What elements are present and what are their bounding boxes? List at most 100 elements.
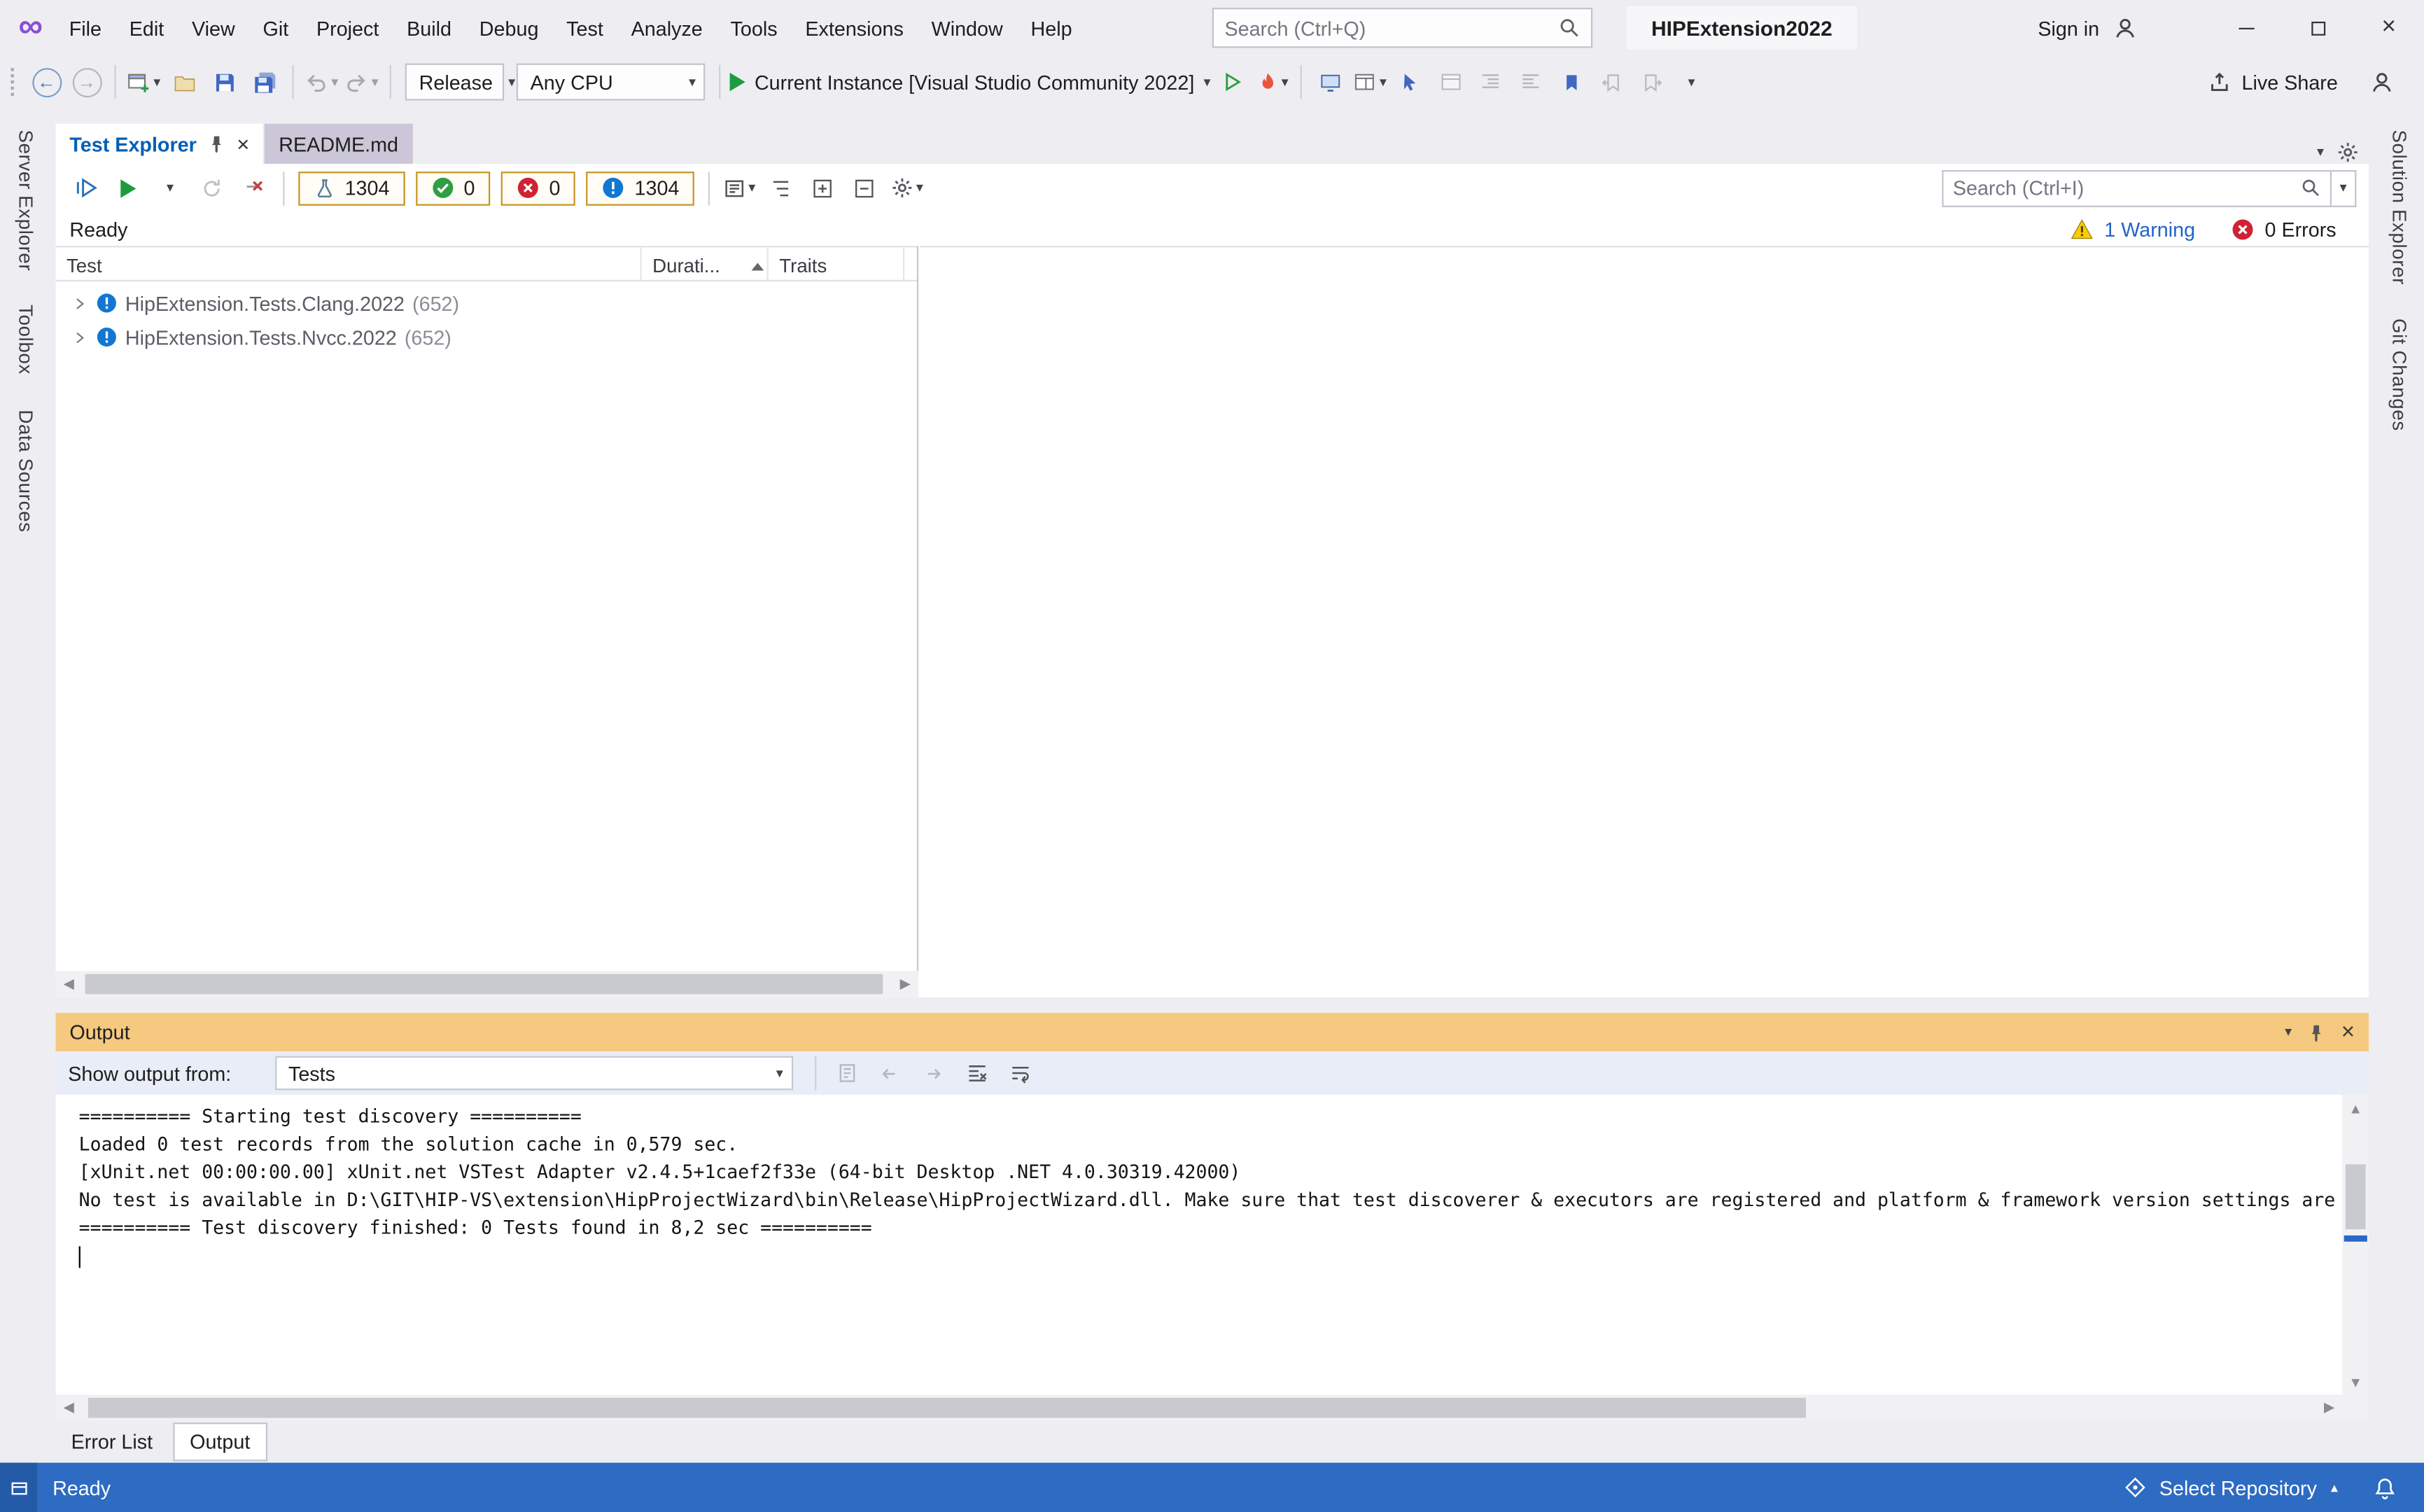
scroll-left-arrow-icon[interactable]: ◀ [56, 1394, 83, 1421]
start-debugging-label[interactable]: Current Instance [Visual Studio Communit… [755, 71, 1194, 94]
sign-in[interactable]: Sign in [2038, 0, 2136, 56]
failed-tests-badge[interactable]: 0 [501, 171, 576, 205]
close-panel-icon[interactable]: × [2341, 1019, 2355, 1046]
menu-edit[interactable]: Edit [115, 8, 178, 47]
menu-window[interactable]: Window [918, 8, 1017, 47]
quick-search-input[interactable] [1224, 16, 1558, 39]
menu-build[interactable]: Build [393, 8, 465, 47]
previous-message-icon[interactable] [871, 1053, 909, 1093]
close-button[interactable]: × [2353, 0, 2424, 56]
test-group-row-clang[interactable]: HipExtension.Tests.Clang.2022 (652) [56, 286, 917, 321]
sidebar-tab-solution-explorer[interactable]: Solution Explorer [2388, 130, 2410, 286]
menu-file[interactable]: File [55, 8, 115, 47]
panel-settings-gear-icon[interactable] [2337, 141, 2360, 164]
sidebar-tab-server-explorer[interactable]: Server Explorer [15, 130, 36, 272]
menu-extensions[interactable]: Extensions [791, 8, 917, 47]
tab-error-list[interactable]: Error List [56, 1424, 169, 1460]
notifications-bell-icon[interactable] [2374, 1476, 2397, 1499]
window-position-chevron-icon[interactable]: ▾ [2317, 144, 2324, 160]
scroll-up-arrow-icon[interactable]: ▲ [2342, 1095, 2369, 1121]
test-list-horizontal-scrollbar[interactable]: ◀ ▶ [56, 971, 919, 997]
total-tests-badge[interactable]: 1304 [298, 171, 405, 205]
close-tab-icon[interactable]: × [237, 132, 249, 156]
window-position-chevron-icon[interactable]: ▾ [2285, 1023, 2292, 1040]
clear-all-icon[interactable] [958, 1053, 995, 1093]
scrollbar-thumb[interactable] [2346, 1164, 2366, 1229]
scrollbar-thumb[interactable] [85, 974, 883, 995]
tab-test-explorer[interactable]: Test Explorer × [56, 124, 264, 164]
collapse-all-button[interactable] [846, 168, 883, 208]
output-source-dropdown[interactable]: Tests ▾ [274, 1056, 792, 1091]
menu-project[interactable]: Project [302, 8, 393, 47]
tab-readme[interactable]: README.md [265, 124, 412, 164]
navigate-forward-button[interactable]: → [68, 62, 105, 102]
menu-tools[interactable]: Tools [717, 8, 792, 47]
run-dropdown-chevron-icon[interactable]: ▾ [151, 168, 188, 208]
feedback-icon[interactable] [2370, 71, 2393, 94]
sign-in-label[interactable]: Sign in [2038, 16, 2099, 39]
maximize-button[interactable] [2282, 0, 2353, 56]
test-settings-gear-icon[interactable]: ▾ [888, 168, 925, 208]
column-header-traits[interactable]: Traits [769, 247, 904, 279]
scroll-down-arrow-icon[interactable]: ▼ [2342, 1368, 2369, 1395]
previous-bookmark-icon[interactable] [1592, 62, 1630, 102]
scrollbar-thumb[interactable] [88, 1398, 1806, 1418]
output-title-bar[interactable]: Output ▾ × [56, 1013, 2369, 1051]
redo-button[interactable]: ▾ [343, 62, 380, 102]
error-count-link[interactable]: 0 Errors [2265, 217, 2337, 240]
minimize-button[interactable] [2211, 0, 2283, 56]
watch-window-icon[interactable] [1431, 62, 1469, 102]
next-bookmark-icon[interactable] [1633, 62, 1670, 102]
menu-view[interactable]: View [178, 8, 249, 47]
group-by-button[interactable] [763, 168, 800, 208]
new-project-button[interactable]: ▾ [125, 62, 162, 102]
not-run-tests-badge[interactable]: 1304 [587, 171, 694, 205]
menu-debug[interactable]: Debug [465, 8, 552, 47]
save-all-button[interactable] [246, 62, 283, 102]
chevron-right-icon[interactable] [71, 328, 88, 345]
background-tasks-icon[interactable] [0, 1463, 37, 1512]
menu-test[interactable]: Test [552, 8, 617, 47]
menu-analyze[interactable]: Analyze [617, 8, 717, 47]
user-account-icon[interactable] [2113, 16, 2136, 39]
run-all-tests-button[interactable] [68, 168, 105, 208]
pin-icon[interactable] [2307, 1023, 2326, 1042]
warning-count-link[interactable]: 1 Warning [2104, 217, 2195, 240]
scroll-right-arrow-icon[interactable]: ▶ [2316, 1394, 2343, 1421]
quick-search-box[interactable] [1212, 8, 1592, 48]
next-message-icon[interactable] [915, 1053, 952, 1093]
save-button[interactable] [206, 62, 243, 102]
open-file-button[interactable] [165, 62, 202, 102]
menu-git[interactable]: Git [249, 8, 302, 47]
chevron-up-icon[interactable]: ▴ [2331, 1479, 2338, 1496]
toolbar-overflow-chevron-icon[interactable]: ▾ [1673, 62, 1710, 102]
passed-tests-badge[interactable]: 0 [416, 171, 491, 205]
test-search-box[interactable] [1942, 169, 2332, 206]
test-group-row-nvcc[interactable]: HipExtension.Tests.Nvcc.2022 (652) [56, 320, 917, 354]
find-message-icon[interactable] [828, 1053, 865, 1093]
solution-configuration-dropdown[interactable]: Release ▾ [405, 64, 504, 101]
cursor-select-icon[interactable] [1392, 62, 1429, 102]
column-header-test[interactable]: Test [56, 247, 642, 279]
output-horizontal-scrollbar[interactable]: ◀ ▶ [56, 1394, 2343, 1421]
pin-icon[interactable] [207, 134, 226, 153]
live-share-label[interactable]: Live Share [2242, 71, 2338, 94]
sidebar-tab-toolbox[interactable]: Toolbox [15, 305, 36, 375]
sidebar-tab-data-sources[interactable]: Data Sources [15, 409, 36, 531]
start-debugging-button[interactable]: Current Instance [Visual Studio Communit… [730, 62, 1211, 102]
undo-button[interactable]: ▾ [303, 62, 340, 102]
sidebar-tab-git-changes[interactable]: Git Changes [2388, 319, 2410, 432]
repeat-last-run-button[interactable] [193, 168, 230, 208]
indent-icon[interactable] [1472, 62, 1509, 102]
chevron-right-icon[interactable] [71, 295, 88, 312]
menu-help[interactable]: Help [1017, 8, 1086, 47]
column-header-duration[interactable]: Durati... [642, 247, 769, 279]
scroll-left-arrow-icon[interactable]: ◀ [56, 971, 83, 997]
outdent-icon[interactable] [1512, 62, 1549, 102]
select-repository-label[interactable]: Select Repository [2159, 1476, 2317, 1499]
output-console[interactable]: ========== Starting test discovery =====… [56, 1095, 2343, 1395]
scroll-right-arrow-icon[interactable]: ▶ [892, 971, 919, 997]
search-options-chevron-icon[interactable]: ▾ [2332, 169, 2356, 206]
attach-to-process-icon[interactable] [1311, 62, 1348, 102]
output-vertical-scrollbar[interactable]: ▲ ▼ [2342, 1095, 2369, 1395]
